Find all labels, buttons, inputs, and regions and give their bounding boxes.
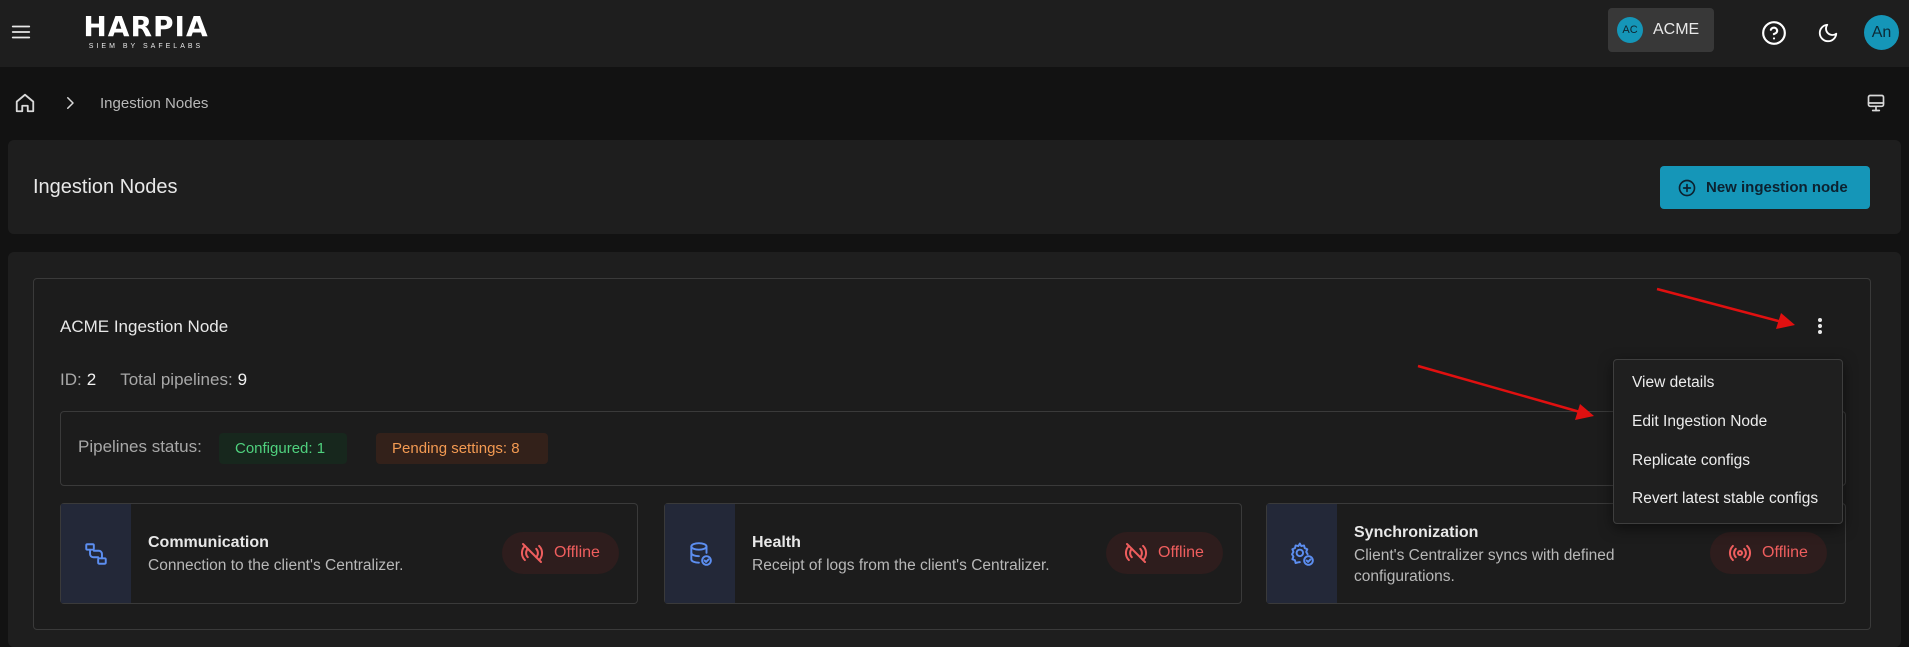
signal-icon — [1728, 544, 1752, 562]
user-avatar[interactable]: An — [1864, 15, 1899, 50]
monitor-icon[interactable] — [1866, 93, 1886, 113]
status-description: Receipt of logs from the client's Centra… — [752, 557, 1050, 574]
id-label: ID: — [60, 370, 82, 389]
settings-sync-icon — [1267, 504, 1337, 603]
signal-off-icon — [1124, 543, 1148, 563]
configured-chip: Configured: 1 — [219, 433, 347, 464]
pipelines-label: Total pipelines: — [120, 370, 233, 389]
pipelines-status-label: Pipelines status: — [78, 437, 202, 456]
breadcrumb: Ingestion Nodes — [14, 92, 208, 114]
status-badge-offline: Offline — [1710, 532, 1827, 574]
breadcrumb-current: Ingestion Nodes — [100, 94, 209, 112]
node-title: ACME Ingestion Node — [60, 317, 229, 336]
status-title: Synchronization — [1354, 524, 1479, 541]
communication-status-card: Communication Connection to the client's… — [60, 503, 638, 604]
status-description: Connection to the client's Centralizer. — [148, 557, 404, 574]
status-badge-offline: Offline — [502, 532, 619, 574]
org-name: ACME — [1653, 21, 1700, 38]
more-vertical-icon[interactable] — [1810, 314, 1830, 338]
org-avatar: AC — [1617, 17, 1643, 43]
top-bar: HARPIA SIEM BY SAFELABS AC ACME An — [0, 0, 1909, 67]
status-description: Client's Centralizer syncs with defined … — [1354, 547, 1615, 585]
new-ingestion-node-label: New ingestion node — [1706, 179, 1848, 196]
id-value: 2 — [86, 370, 97, 389]
status-title: Health — [752, 534, 801, 551]
moon-icon[interactable] — [1817, 22, 1839, 44]
plus-circle-icon — [1678, 179, 1696, 196]
home-icon[interactable] — [14, 92, 36, 114]
connection-icon — [61, 504, 131, 603]
node-actions-menu: View details Edit Ingestion Node Replica… — [1613, 359, 1843, 524]
status-text: Offline — [1762, 544, 1808, 561]
health-status-card: Health Receipt of logs from the client's… — [664, 503, 1242, 604]
ingestion-node-card: ACME Ingestion Node ID: 2 Total pipeline… — [33, 278, 1871, 630]
status-title: Communication — [148, 534, 269, 551]
page-header: Ingestion Nodes New ingestion node — [8, 140, 1901, 234]
help-icon[interactable] — [1761, 20, 1787, 46]
menu-item-view-details[interactable]: View details — [1632, 374, 1714, 392]
new-ingestion-node-button[interactable]: New ingestion node — [1660, 166, 1870, 209]
harpia-logo[interactable]: HARPIA SIEM BY SAFELABS — [62, 12, 230, 52]
pending-settings-chip: Pending settings: 8 — [376, 433, 548, 464]
logo-text: HARPIA — [83, 10, 209, 43]
pipelines-status-box: Pipelines status: Configured: 1 Pending … — [60, 411, 1846, 486]
chevron-right-icon — [61, 94, 79, 112]
menu-icon[interactable] — [10, 21, 32, 43]
status-text: Offline — [1158, 544, 1204, 561]
organization-switcher[interactable]: AC ACME — [1608, 8, 1714, 52]
database-icon — [665, 504, 735, 603]
signal-off-icon — [520, 543, 544, 563]
logo-subtitle: SIEM BY SAFELABS — [88, 43, 204, 50]
menu-item-replicate-configs[interactable]: Replicate configs — [1632, 452, 1750, 470]
menu-item-edit-ingestion-node[interactable]: Edit Ingestion Node — [1632, 413, 1767, 431]
menu-item-revert-stable-configs[interactable]: Revert latest stable configs — [1632, 490, 1818, 508]
pipelines-value: 9 — [237, 370, 248, 389]
node-meta: ID: 2 Total pipelines: 9 — [60, 370, 247, 390]
status-text: Offline — [554, 544, 600, 561]
page-title: Ingestion Nodes — [33, 176, 178, 198]
status-badge-offline: Offline — [1106, 532, 1223, 574]
